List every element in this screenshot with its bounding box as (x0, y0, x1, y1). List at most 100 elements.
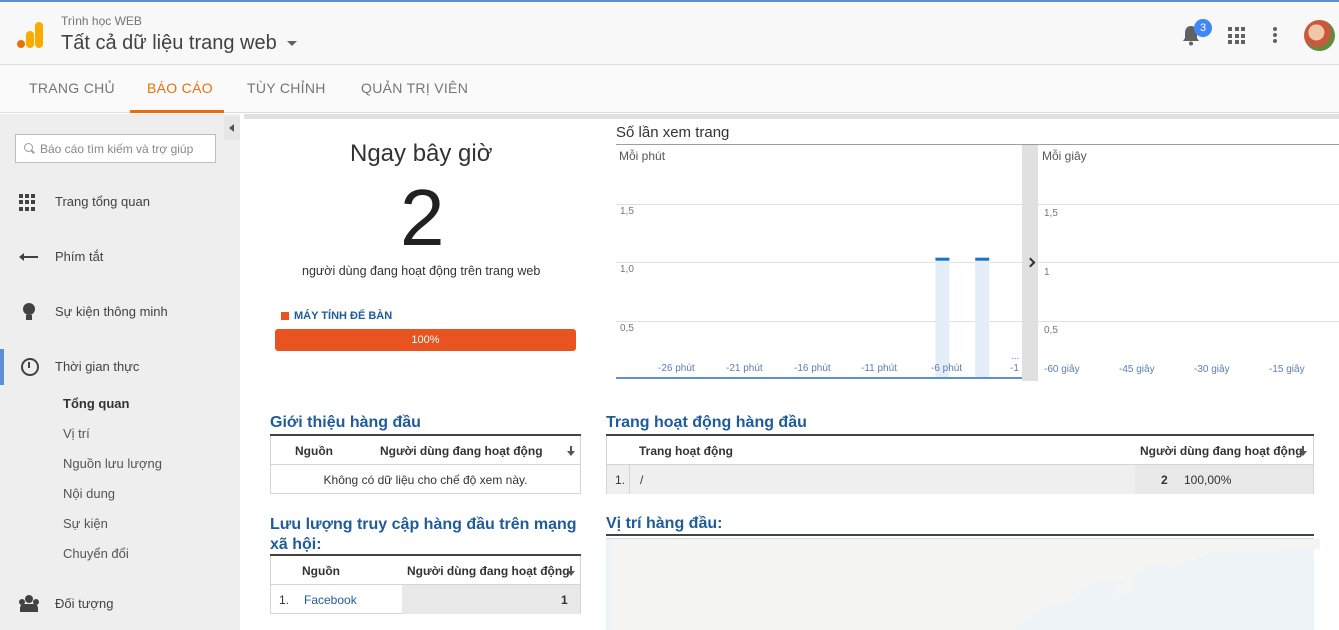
sidebar-subitem-traffic-sources[interactable]: Nguồn lưu lượng (63, 456, 162, 471)
row-index: 1. (615, 473, 626, 487)
col-active-users-header[interactable]: Người dùng đang hoạt động (407, 564, 570, 578)
pageviews-title: Số lần xem trang (616, 124, 730, 141)
bar-0-fill (935, 258, 950, 377)
sidebar-subitem-overview[interactable]: Tổng quan (63, 396, 129, 411)
y-tick-label: 1,5 (1044, 208, 1058, 219)
tab-customization[interactable]: TÙY CHỈNH (247, 80, 326, 96)
main-tabs: TRANG CHỦ BÁO CÁO TÙY CHỈNH QUẢN TRỊ VIÊ… (0, 64, 1339, 113)
row-users-percent: 100,00% (1184, 473, 1232, 487)
clock-icon (19, 358, 39, 376)
x-tick-label: -11 phút (861, 363, 897, 374)
col-source-header[interactable]: Nguồn (295, 444, 333, 458)
notification-count-badge[interactable]: 3 (1194, 19, 1212, 37)
x-tick-overflow: ... (1011, 351, 1020, 362)
x-tick-label: -1 (1010, 363, 1019, 374)
top-referrals-title: Giới thiệu hàng đầu (270, 414, 421, 431)
sidebar-item-audience[interactable]: Đối tượng (0, 586, 240, 622)
device-share-bar: 100% (275, 329, 576, 351)
sidebar-item-label: Đối tượng (55, 596, 114, 611)
col-active-users-header[interactable]: Người dùng đang hoạt động (380, 444, 543, 458)
right-now-title: Ngay bây giờ (350, 140, 493, 167)
report-search[interactable] (15, 134, 216, 163)
account-name[interactable]: Trình học WEB (61, 14, 142, 28)
avatar[interactable] (1304, 20, 1335, 51)
sort-arrow-icon[interactable] (1299, 446, 1307, 457)
device-share-percent: 100% (411, 334, 440, 346)
col-page-header[interactable]: Trang hoạt động (639, 444, 733, 458)
top-pages-table: Trang hoạt động Người dùng đang hoạt độn… (606, 436, 1314, 494)
x-tick-label: -60 giây (1044, 364, 1080, 375)
bar-1-cap[interactable] (975, 257, 990, 261)
sidebar-subitem-locations[interactable]: Vị trí (63, 426, 90, 441)
tab-admin[interactable]: QUẢN TRỊ VIÊN (361, 80, 468, 96)
per-second-label: Mỗi giây (1042, 149, 1087, 163)
empty-state-text: Không có dữ liệu cho chế độ xem này. (323, 473, 528, 487)
active-users-description: người dùng đang hoạt động trên trang web (302, 264, 541, 278)
row-index: 1. (279, 593, 290, 607)
divider (629, 465, 630, 494)
sidebar-item-label: Phím tắt (55, 249, 104, 264)
top-locations-title: Vị trí hàng đầu: (606, 515, 723, 532)
row-users-value: 2 (1161, 473, 1168, 487)
gridline (1038, 204, 1339, 205)
x-tick-label: -6 phút (931, 363, 963, 374)
page-path[interactable]: / (640, 473, 643, 487)
realtime-overview: Ngay bây giờ 2 người dùng đang hoạt động… (240, 114, 1339, 630)
col-source-header[interactable]: Nguồn (302, 564, 340, 578)
sidebar-item-label: Trang tổng quan (55, 194, 150, 209)
divider (271, 464, 580, 465)
y-tick-label: 1 (1044, 267, 1050, 278)
x-tick-label: -30 giây (1194, 364, 1230, 375)
property-selector[interactable]: Tất cả dữ liệu trang web (61, 32, 277, 55)
col-active-users-header[interactable]: Người dùng đang hoạt động (1140, 444, 1303, 458)
gridline (1038, 321, 1339, 322)
sidebar-subitem-conversions[interactable]: Chuyển đổi (63, 546, 129, 561)
sort-arrow-icon[interactable] (567, 566, 575, 577)
search-icon (24, 143, 33, 152)
pageviews-chart: Mỗi phút 1,5 1,0 0,5 -26 phút -21 phút -… (616, 144, 1339, 381)
x-tick-label: -26 phút (658, 363, 695, 374)
tab-reports[interactable]: BÁO CÁO (147, 80, 213, 96)
section-underline (606, 534, 1314, 536)
sidebar-subitem-content[interactable]: Nội dung (63, 486, 115, 501)
people-icon (19, 595, 39, 613)
analytics-logo-icon[interactable] (17, 22, 45, 50)
apps-grid-icon[interactable] (1228, 27, 1245, 44)
bar-0-cap[interactable] (935, 257, 950, 261)
source-link-facebook[interactable]: Facebook (304, 593, 357, 607)
sidebar-subitem-events[interactable]: Sự kiện (63, 516, 108, 531)
x-tick-label: -16 phút (794, 363, 831, 374)
sidebar-item-shortcuts[interactable]: Phím tắt (0, 239, 240, 275)
top-social-table: Nguồn Người dùng đang hoạt động 1. Faceb… (270, 556, 581, 614)
locations-map[interactable] (606, 538, 1320, 630)
tab-home[interactable]: TRANG CHỦ (29, 80, 115, 96)
chevron-down-icon[interactable] (287, 41, 297, 46)
map-landmass (612, 539, 1320, 630)
sidebar-item-label: Sự kiện thông minh (55, 304, 168, 319)
top-referrals-table: Nguồn Người dùng đang hoạt động Không có… (270, 436, 581, 494)
device-legend-swatch (281, 312, 289, 320)
value-cell-shade (402, 585, 580, 614)
app-header: Trình học WEB Tất cả dữ liệu trang web 3 (0, 0, 1339, 64)
search-input[interactable] (40, 140, 212, 158)
lightbulb-icon (19, 303, 39, 321)
collapse-sidebar-button[interactable] (224, 116, 240, 140)
x-tick-label: -45 giây (1119, 364, 1155, 375)
divider (244, 114, 1339, 119)
gridline (1038, 262, 1339, 263)
x-tick-label: -15 giây (1269, 364, 1305, 375)
active-users-count: 2 (400, 173, 445, 262)
sort-arrow-icon[interactable] (567, 446, 575, 457)
per-minute-bars (935, 257, 990, 377)
sidebar-item-label: Thời gian thực (55, 359, 140, 374)
chart-expand-button[interactable] (1022, 145, 1038, 381)
row-users-value: 1 (561, 593, 568, 607)
sidebar-item-dashboards[interactable]: Trang tổng quan (0, 184, 240, 220)
active-item-indicator (0, 349, 4, 385)
device-legend-label: MÁY TÍNH ĐỂ BÀN (294, 310, 393, 322)
top-social-title: Lưu lượng truy cập hàng đầu trên mạng xã… (270, 516, 577, 553)
sidebar-item-intelligence[interactable]: Sự kiện thông minh (0, 294, 240, 330)
sidebar-item-realtime[interactable]: Thời gian thực (0, 349, 240, 385)
more-options-icon[interactable] (1273, 27, 1277, 43)
y-tick-label: 0,5 (1044, 325, 1058, 336)
